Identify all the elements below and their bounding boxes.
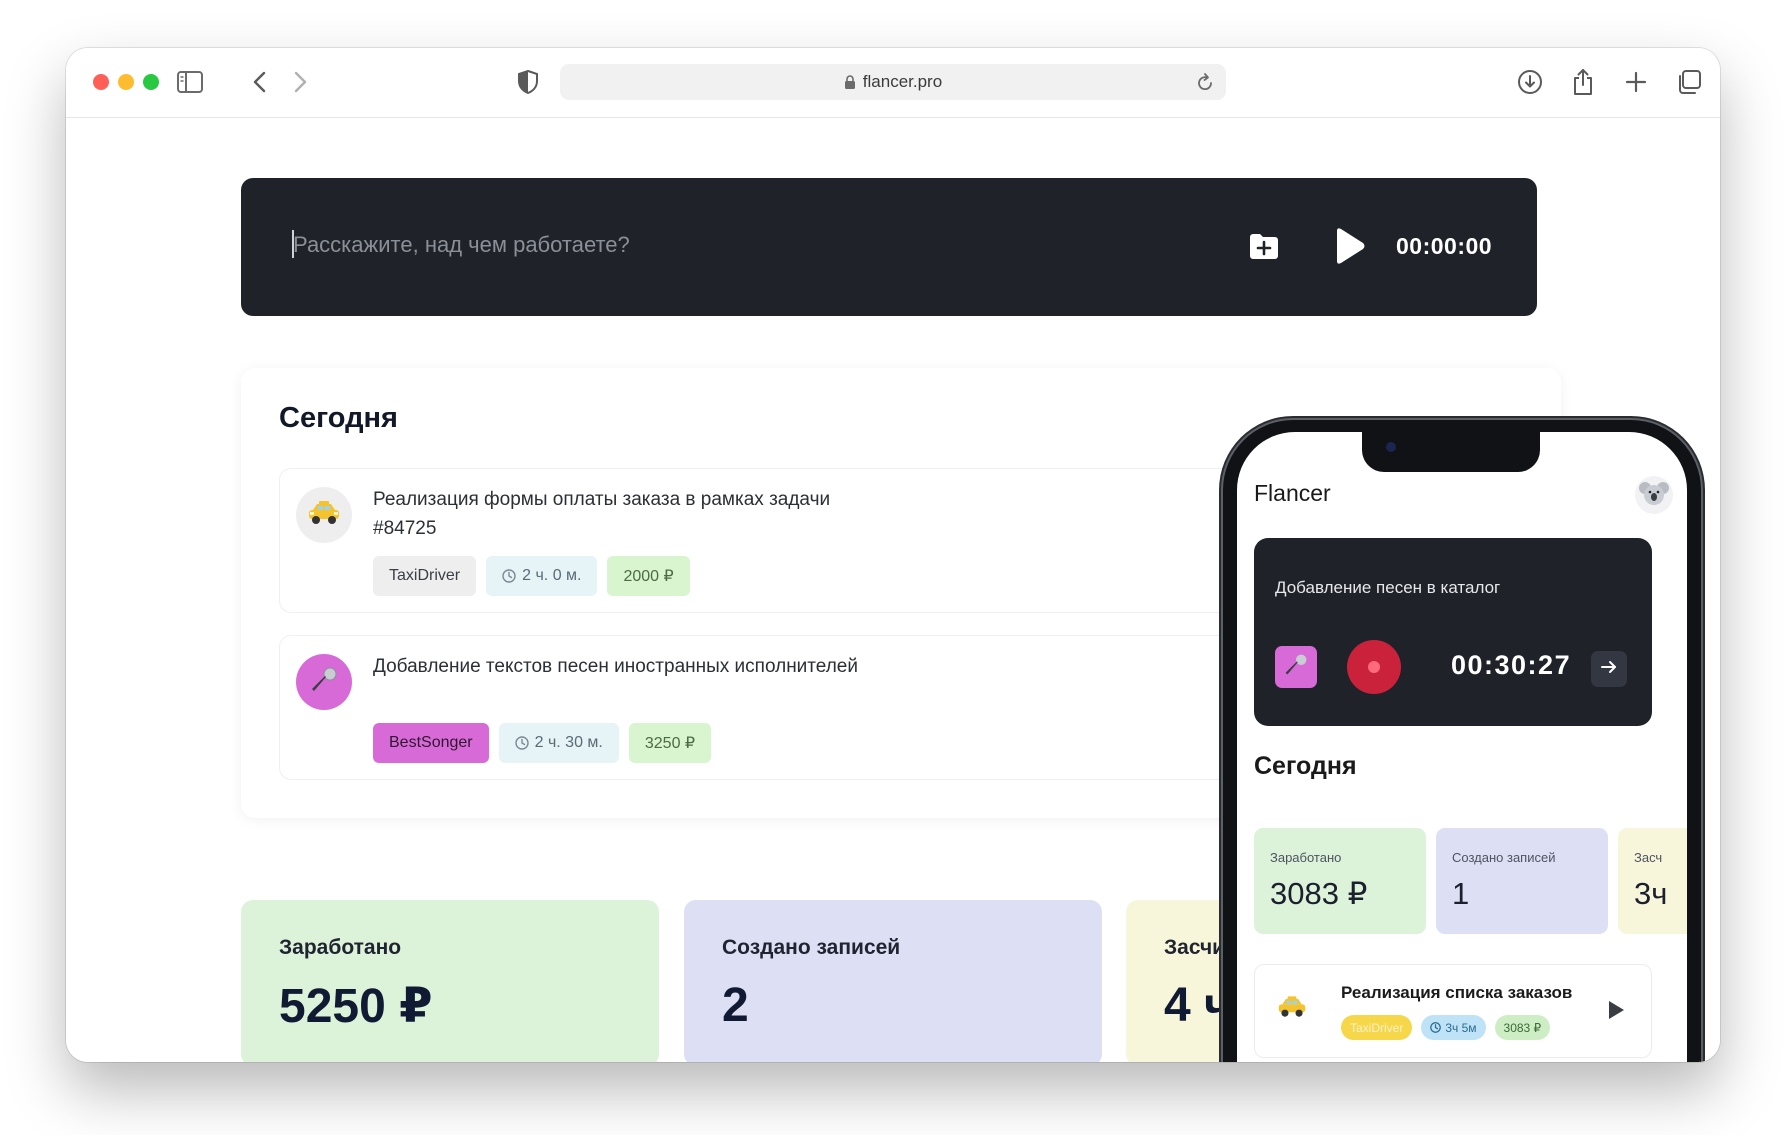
section-title: Сегодня <box>279 402 398 434</box>
new-tab-icon[interactable] <box>1622 68 1650 96</box>
share-icon[interactable] <box>1569 68 1597 96</box>
record-dot-icon <box>1368 661 1380 673</box>
address-bar[interactable]: flancer.pro <box>560 64 1226 100</box>
stat-value: 5250 ₽ <box>279 980 433 1033</box>
amount-badge: 2000 ₽ <box>607 556 690 596</box>
section-title: Сегодня <box>1254 752 1357 780</box>
task-title: Реализация формы оплаты заказа в рамках … <box>373 489 831 539</box>
taxi-icon <box>307 500 341 531</box>
user-avatar[interactable] <box>1635 476 1673 514</box>
task-title: Добавление текстов песен иностранных исп… <box>373 656 858 677</box>
duration-badge: 3ч 5м <box>1421 1015 1486 1040</box>
tab-overview-icon[interactable] <box>1675 68 1703 96</box>
active-task-title: Добавление песен в каталог <box>1275 578 1501 597</box>
stat-records-card: Создано записей 1 <box>1436 828 1608 934</box>
stat-label: Создано записей <box>722 936 901 959</box>
stat-counted-card: Засч 3ч <box>1618 828 1687 934</box>
taxi-icon <box>1277 995 1307 1024</box>
timer-display: 00:30:27 <box>1451 650 1572 680</box>
stat-earned-card: Заработано 3083 ₽ <box>1254 828 1426 934</box>
stat-label: Засч <box>1634 850 1663 865</box>
stat-label: Создано записей <box>1452 850 1556 865</box>
browser-toolbar: flancer.pro <box>66 48 1720 118</box>
task-description-input[interactable]: Расскажите, над чем работаете? <box>293 232 630 258</box>
client-badge: TaxiDriver <box>373 556 477 596</box>
camera-icon <box>1386 442 1396 452</box>
duration-text: 3ч 5м <box>1445 1020 1477 1035</box>
back-icon[interactable] <box>246 68 274 96</box>
lock-icon <box>844 74 856 90</box>
browser-window: flancer.pro Расскажите, над чем работает… <box>66 48 1720 1062</box>
task-meta: TaxiDriver 2 ч. 0 м. 2000 ₽ <box>373 556 690 596</box>
forward-icon[interactable] <box>286 68 314 96</box>
app-brand: Flancer <box>1254 480 1331 506</box>
zoom-window-button[interactable] <box>143 74 159 90</box>
stage: flancer.pro Расскажите, над чем работает… <box>0 0 1784 1135</box>
time-tracker-bar: Расскажите, над чем работаете? 00:00:00 <box>241 178 1537 316</box>
task-card[interactable]: Реализация списка заказов TaxiDriver 3ч … <box>1254 964 1652 1058</box>
clock-icon <box>514 736 529 750</box>
reload-icon[interactable] <box>1196 72 1214 97</box>
stat-value: 3083 ₽ <box>1270 876 1368 911</box>
amount-badge: 3250 ₽ <box>628 723 712 763</box>
add-project-icon[interactable] <box>1246 228 1282 264</box>
stat-label: Засчи <box>1164 936 1226 959</box>
client-badge: TaxiDriver <box>1341 1015 1413 1040</box>
minimize-window-button[interactable] <box>118 74 134 90</box>
stat-earned-card: Заработано 5250 ₽ <box>241 900 659 1062</box>
task-meta: TaxiDriver 3ч 5м 3083 ₽ <box>1341 1015 1551 1040</box>
project-avatar <box>296 487 352 543</box>
amount-badge: 3083 ₽ <box>1494 1015 1551 1040</box>
stat-label: Заработано <box>1270 850 1342 865</box>
client-badge: BestSonger <box>373 723 489 763</box>
clock-icon <box>1430 1022 1442 1033</box>
phone-screen: Flancer Добавление песен в каталог 00:30… <box>1237 432 1687 1062</box>
stat-value: 1 <box>1452 876 1470 911</box>
task-meta: BestSonger 2 ч. 30 м. 3250 ₽ <box>373 723 712 763</box>
microphone-icon <box>1283 652 1309 683</box>
phone-tracker: Добавление песен в каталог 00:30:27 <box>1254 538 1652 726</box>
download-icon[interactable] <box>1516 68 1544 96</box>
duration-badge: 2 ч. 0 м. <box>486 556 598 596</box>
task-title: Реализация списка заказов <box>1341 983 1573 1002</box>
project-avatar <box>296 654 352 710</box>
open-task-button[interactable] <box>1591 651 1627 687</box>
project-avatar <box>1275 646 1317 688</box>
play-icon[interactable] <box>1607 999 1625 1026</box>
koala-icon <box>1639 480 1669 511</box>
stat-value: 2 <box>722 979 749 1032</box>
phone-notch <box>1362 432 1540 472</box>
stat-label: Заработано <box>279 936 402 959</box>
timer-display: 00:00:00 <box>1396 233 1493 259</box>
duration-text: 2 ч. 30 м. <box>534 734 603 751</box>
microphone-icon <box>309 665 339 700</box>
stat-value: 3ч <box>1634 876 1668 911</box>
duration-badge: 2 ч. 30 м. <box>498 723 619 763</box>
sidebar-toggle-icon[interactable] <box>176 68 204 96</box>
privacy-shield-icon[interactable] <box>514 68 542 96</box>
stop-recording-button[interactable] <box>1347 640 1401 694</box>
stat-records-card: Создано записей 2 <box>684 900 1102 1062</box>
url-text: flancer.pro <box>862 72 943 91</box>
phone-mockup: Flancer Добавление песен в каталог 00:30… <box>1223 420 1701 1062</box>
start-timer-play-icon[interactable] <box>1331 226 1367 266</box>
duration-text: 2 ч. 0 м. <box>522 567 582 584</box>
stat-value: 4 ч <box>1164 979 1232 1032</box>
page-content: Расскажите, над чем работаете? 00:00:00 … <box>66 118 1720 1062</box>
arrow-right-icon <box>1600 659 1618 680</box>
close-window-button[interactable] <box>93 74 109 90</box>
clock-icon <box>502 569 516 583</box>
